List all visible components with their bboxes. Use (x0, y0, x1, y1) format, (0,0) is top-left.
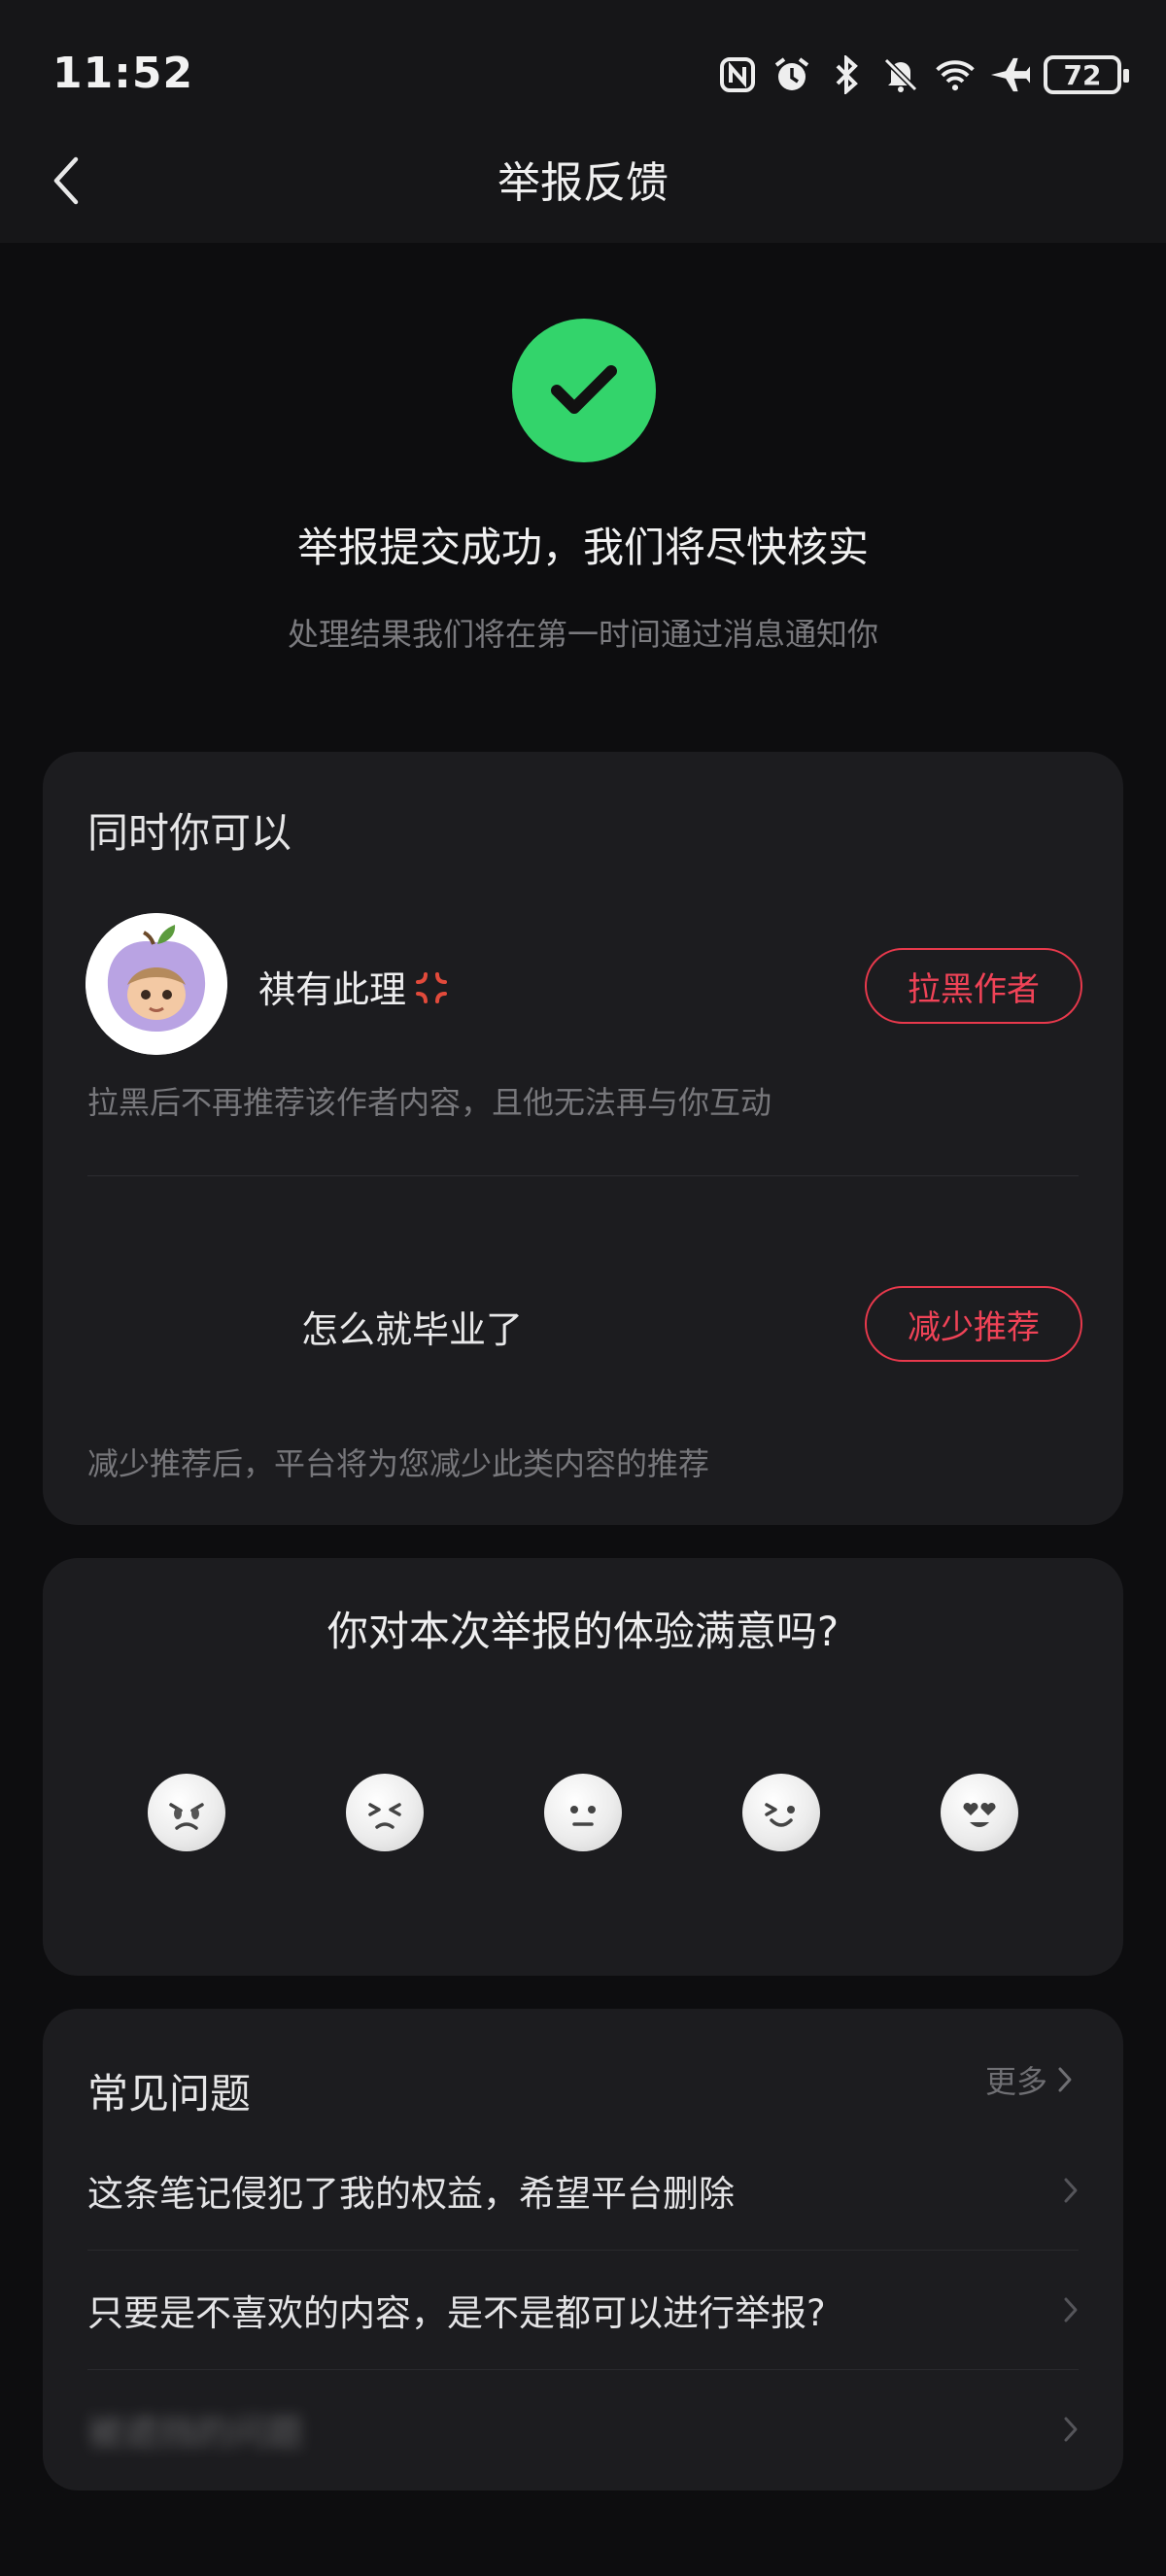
actions-heading: 同时你可以 (87, 809, 292, 857)
faq-more-label: 更多 (984, 2063, 1047, 2100)
faq-item[interactable]: 被遮挡的问题 (87, 2370, 1079, 2489)
status-icons: 72 (717, 49, 1129, 101)
faq-more-link[interactable]: 更多 (985, 2057, 1073, 2102)
rating-faces (43, 1774, 1123, 1855)
mute-icon (880, 54, 921, 95)
faq-item-text-obscured: 被遮挡的问题 (87, 2412, 303, 2454)
faq-item[interactable]: 只要是不喜欢的内容，是不是都可以进行举报? (87, 2251, 1079, 2369)
chevron-right-icon (1064, 2297, 1078, 2322)
status-bar: 11:52 72 (0, 0, 1166, 146)
author-name: 祺有此理 (258, 960, 453, 1018)
reduce-recommend-button[interactable]: 减少推荐 (865, 1286, 1082, 1362)
bluetooth-icon (826, 54, 867, 95)
author-name-text: 祺有此理 (258, 968, 407, 1011)
very-angry-face-icon[interactable] (148, 1774, 225, 1851)
smiling-face-icon[interactable] (742, 1774, 820, 1851)
page-title: 举报反馈 (497, 158, 669, 208)
divider (87, 1175, 1079, 1176)
actions-card: 同时你可以 祺有此理 拉黑作者 拉黑后不再推荐该作者内容，且他无法再与你互动 怎… (43, 752, 1123, 1525)
check-circle-icon (512, 319, 656, 462)
faq-item[interactable]: 这条笔记侵犯了我的权益，希望平台删除 (87, 2131, 1079, 2250)
chevron-right-icon (1064, 2417, 1078, 2442)
satisfaction-card: 你对本次举报的体验满意吗? (43, 1558, 1123, 1976)
heart-eyes-face-icon[interactable] (941, 1774, 1018, 1851)
faq-item-text: 只要是不喜欢的内容，是不是都可以进行举报? (87, 2292, 826, 2334)
success-title: 举报提交成功，我们将尽快核实 (296, 524, 869, 571)
battery-level: 72 (1063, 58, 1102, 91)
battery-icon: 72 (1044, 55, 1129, 94)
status-time: 11:52 (52, 49, 194, 98)
block-author-button[interactable]: 拉黑作者 (865, 948, 1082, 1024)
faq-heading: 常见问题 (87, 2070, 252, 2118)
alarm-icon (772, 54, 812, 95)
survey-question: 你对本次举报的体验满意吗? (326, 1608, 840, 1655)
note-title: 怎么就毕业了 (301, 1308, 524, 1351)
nfc-icon (717, 54, 758, 95)
reduce-description: 减少推荐后，平台将为您减少此类内容的推荐 (87, 1445, 710, 1482)
anger-symbol-icon (410, 966, 453, 1018)
chevron-right-icon (1064, 2178, 1078, 2203)
success-subtitle: 处理结果我们将在第一时间通过消息通知你 (287, 616, 878, 653)
faq-card: 常见问题 更多 这条笔记侵犯了我的权益，希望平台删除 只要是不喜欢的内容，是不是… (43, 2009, 1123, 2491)
airplane-icon (989, 54, 1030, 95)
wifi-icon (935, 54, 976, 95)
unhappy-face-icon[interactable] (346, 1774, 424, 1851)
block-description: 拉黑后不再推荐该作者内容，且他无法再与你互动 (87, 1084, 772, 1121)
chevron-right-icon (1058, 2067, 1072, 2092)
neutral-face-icon[interactable] (544, 1774, 622, 1851)
author-avatar[interactable] (86, 913, 227, 1055)
faq-item-text: 这条笔记侵犯了我的权益，希望平台删除 (87, 2173, 735, 2215)
